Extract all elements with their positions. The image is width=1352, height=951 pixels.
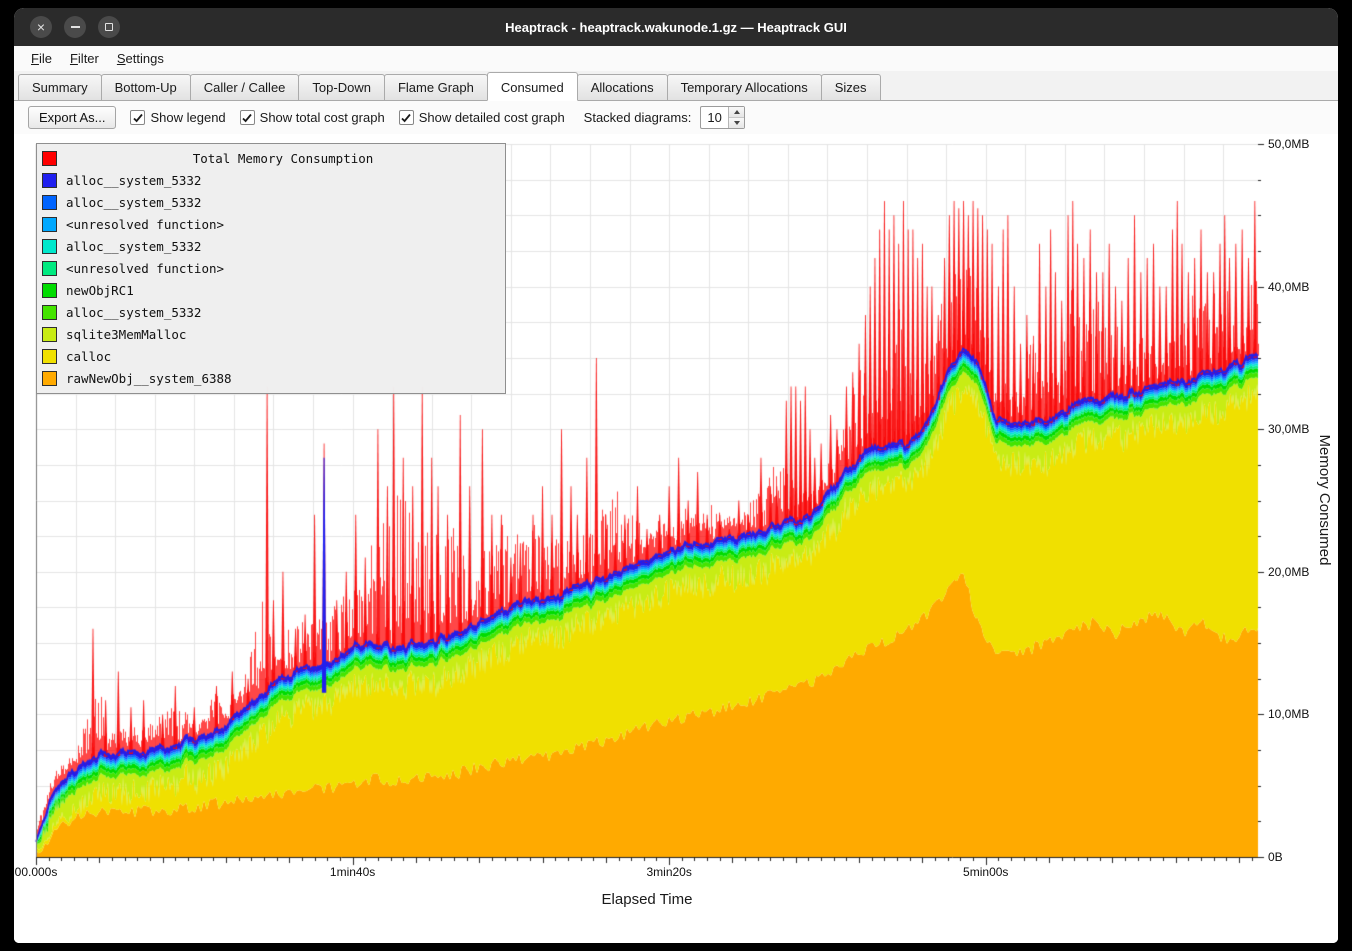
y-tick-label: 0B — [1268, 850, 1283, 864]
tab-caller-callee[interactable]: Caller / Callee — [190, 74, 300, 100]
y-tick-label: 30,0MB — [1268, 422, 1309, 436]
chart-area: Total Memory Consumption alloc__system_53… — [14, 134, 1338, 943]
minimize-icon — [71, 26, 80, 28]
chevron-down-icon — [734, 121, 740, 125]
legend-label: sqlite3MemMalloc — [66, 327, 186, 342]
x-tick-label: 5min00s — [963, 865, 1008, 879]
tab-bottom-up[interactable]: Bottom-Up — [101, 74, 191, 100]
window-title: Heaptrack - heaptrack.wakunode.1.gz — He… — [14, 20, 1338, 35]
tab-sizes[interactable]: Sizes — [821, 74, 881, 100]
checkbox-label: Show legend — [150, 110, 225, 125]
close-button[interactable]: × — [30, 16, 52, 38]
stacked-diagrams-label: Stacked diagrams: — [584, 110, 692, 125]
legend-swatch — [42, 283, 57, 298]
chart-legend: Total Memory Consumption alloc__system_53… — [36, 143, 506, 394]
legend-swatch — [42, 217, 57, 232]
legend-swatch — [42, 239, 57, 254]
legend-swatch — [42, 371, 57, 386]
show-total-cost-graph-checkbox[interactable]: Show total cost graph — [240, 110, 385, 125]
menu-filter[interactable]: Filter — [61, 48, 108, 69]
legend-swatch — [42, 261, 57, 276]
show-legend-checkbox[interactable]: Show legend — [130, 110, 225, 125]
x-tick-label: 3min20s — [646, 865, 691, 879]
y-tick-label: 50,0MB — [1268, 137, 1309, 151]
legend-label: rawNewObj__system_6388 — [66, 371, 232, 386]
titlebar: × Heaptrack - heaptrack.wakunode.1.gz — … — [14, 8, 1338, 46]
tab-consumed[interactable]: Consumed — [487, 72, 578, 101]
x-axis-title: Elapsed Time — [602, 891, 693, 908]
close-icon: × — [37, 20, 45, 34]
legend-row: alloc__system_5332 — [37, 169, 505, 191]
menu-file[interactable]: File — [22, 48, 61, 69]
legend-label: alloc__system_5332 — [66, 173, 201, 188]
maximize-icon — [105, 23, 113, 31]
y-tick-label: 40,0MB — [1268, 280, 1309, 294]
toolbar: Export As... Show legend Show total cost… — [14, 101, 1338, 134]
chevron-up-icon — [734, 110, 740, 114]
x-tick-label: 00.000s — [15, 865, 58, 879]
tab-top-down[interactable]: Top-Down — [298, 74, 385, 100]
app-window: × Heaptrack - heaptrack.wakunode.1.gz — … — [14, 8, 1338, 943]
checkbox-checked-icon — [240, 110, 255, 125]
legend-label: newObjRC1 — [66, 283, 134, 298]
spinbox-value: 10 — [701, 107, 728, 128]
minimize-button[interactable] — [64, 16, 86, 38]
legend-swatch — [42, 151, 57, 166]
legend-row: alloc__system_5332 — [37, 301, 505, 323]
legend-swatch — [42, 305, 57, 320]
legend-row: calloc — [37, 345, 505, 367]
tab-flame-graph[interactable]: Flame Graph — [384, 74, 488, 100]
y-axis-title: Memory Consumed — [1316, 435, 1333, 566]
y-tick-label: 20,0MB — [1268, 565, 1309, 579]
legend-title-row: Total Memory Consumption — [37, 147, 505, 169]
x-tick-label: 1min40s — [330, 865, 375, 879]
menubar: File Filter Settings — [14, 46, 1338, 71]
legend-swatch — [42, 173, 57, 188]
export-as-button[interactable]: Export As... — [28, 106, 116, 129]
spin-up-button[interactable] — [729, 107, 744, 117]
checkbox-checked-icon — [399, 110, 414, 125]
spin-down-button[interactable] — [729, 117, 744, 128]
legend-swatch — [42, 327, 57, 342]
legend-row: newObjRC1 — [37, 279, 505, 301]
stacked-diagrams-spinbox[interactable]: 10 — [700, 106, 745, 129]
legend-label: <unresolved function> — [66, 261, 224, 276]
legend-row: alloc__system_5332 — [37, 191, 505, 213]
tab-summary[interactable]: Summary — [18, 74, 102, 100]
legend-row: sqlite3MemMalloc — [37, 323, 505, 345]
checkbox-label: Show total cost graph — [260, 110, 385, 125]
checkbox-checked-icon — [130, 110, 145, 125]
tabbar: SummaryBottom-UpCaller / CalleeTop-DownF… — [14, 71, 1338, 101]
legend-label: calloc — [66, 349, 111, 364]
legend-swatch — [42, 195, 57, 210]
legend-label: alloc__system_5332 — [66, 195, 201, 210]
legend-label: alloc__system_5332 — [66, 305, 201, 320]
legend-title: Total Memory Consumption — [66, 151, 500, 166]
menu-settings[interactable]: Settings — [108, 48, 173, 69]
checkbox-label: Show detailed cost graph — [419, 110, 565, 125]
y-tick-label: 10,0MB — [1268, 707, 1309, 721]
tab-temporary-allocations[interactable]: Temporary Allocations — [667, 74, 822, 100]
legend-row: rawNewObj__system_6388 — [37, 367, 505, 389]
legend-label: alloc__system_5332 — [66, 239, 201, 254]
window-controls: × — [30, 16, 120, 38]
legend-row: <unresolved function> — [37, 257, 505, 279]
show-detailed-cost-graph-checkbox[interactable]: Show detailed cost graph — [399, 110, 565, 125]
legend-swatch — [42, 349, 57, 364]
tab-allocations[interactable]: Allocations — [577, 74, 668, 100]
legend-label: <unresolved function> — [66, 217, 224, 232]
legend-row: <unresolved function> — [37, 213, 505, 235]
maximize-button[interactable] — [98, 16, 120, 38]
legend-row: alloc__system_5332 — [37, 235, 505, 257]
